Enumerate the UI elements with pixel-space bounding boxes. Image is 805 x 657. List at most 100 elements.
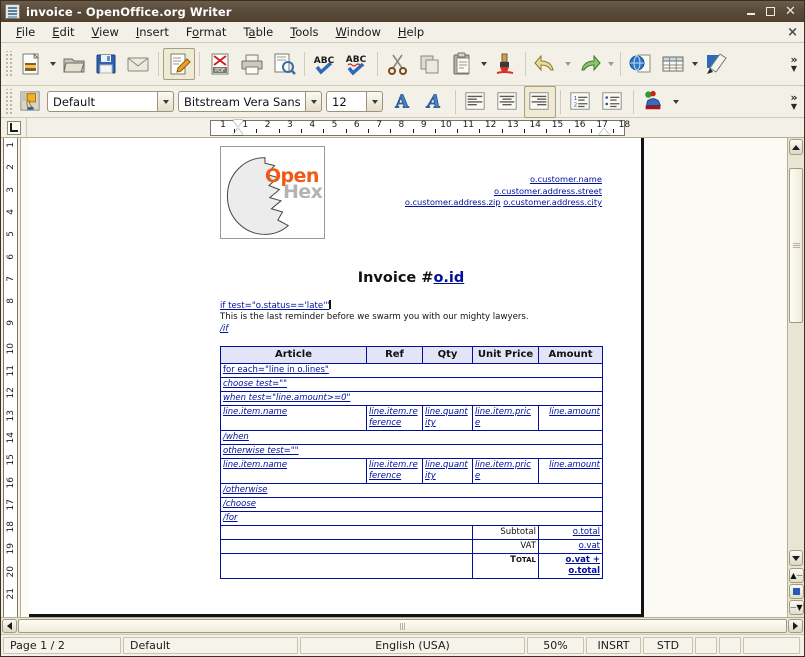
field-line-amount[interactable]: line.amount <box>549 460 600 470</box>
horizontal-scroll-trough[interactable] <box>18 619 787 633</box>
template-tag-cell[interactable]: choose test="" <box>220 376 603 392</box>
align-left-icon[interactable] <box>460 86 492 118</box>
open-folder-icon[interactable] <box>58 48 90 80</box>
template-tag-cell[interactable]: /when <box>220 429 603 445</box>
font-name-dropdown-arrow[interactable] <box>305 91 322 112</box>
status-language[interactable]: English (USA) <box>300 637 525 654</box>
table-total-row[interactable]: Subtotal o.total <box>220 524 603 540</box>
field-o-total[interactable]: o.total <box>573 527 600 537</box>
insert-table-dropdown[interactable] <box>689 49 700 79</box>
italic-icon[interactable]: A <box>419 86 451 118</box>
paragraph-style-combo[interactable]: Default <box>47 91 174 112</box>
print-icon[interactable] <box>236 48 268 80</box>
table-row[interactable]: /when <box>220 429 603 445</box>
template-tag-cell[interactable]: for each="line in o.lines" <box>220 362 603 378</box>
total-value-cell[interactable]: o.total <box>538 524 603 540</box>
table-row[interactable]: when test="line.amount>=0" <box>220 390 603 406</box>
toolbar-grip[interactable] <box>5 88 12 115</box>
status-zoom[interactable]: 50% <box>527 637 584 654</box>
clone-formatting-brush-icon[interactable] <box>489 48 521 80</box>
navigator-icon[interactable] <box>789 584 804 599</box>
font-size-combo[interactable]: 12 <box>326 91 383 112</box>
new-document-dropdown[interactable] <box>47 49 58 79</box>
cut-scissors-icon[interactable] <box>382 48 414 80</box>
menu-tools[interactable]: Tools <box>282 23 327 41</box>
font-size-value[interactable]: 12 <box>326 91 366 112</box>
edit-file-pencil-icon[interactable] <box>163 48 195 80</box>
field-template-tag[interactable]: choose test="" <box>223 379 287 389</box>
right-indent-marker[interactable] <box>599 128 609 135</box>
font-name-value[interactable]: Bitstream Vera Sans <box>178 91 305 112</box>
field-o-vat-o-total[interactable]: o.vat + o.total <box>566 555 601 576</box>
numbering-on-off-icon[interactable]: 1 2 <box>565 86 597 118</box>
redo-dropdown[interactable] <box>605 49 616 79</box>
field-template-tag[interactable]: when test="line.amount>=0" <box>223 393 350 403</box>
field-template-tag[interactable]: /otherwise <box>223 485 267 495</box>
save-floppy-icon[interactable] <box>90 48 122 80</box>
table-row[interactable]: for each="line in o.lines" <box>220 362 603 378</box>
menu-edit[interactable]: Edit <box>44 23 83 41</box>
field-line-quantity[interactable]: line.quantity <box>425 460 468 481</box>
table-row[interactable]: /for <box>220 510 603 526</box>
field-o-vat[interactable]: o.vat <box>579 541 600 551</box>
menu-view[interactable]: View <box>84 23 128 41</box>
template-tag-cell[interactable]: when test="line.amount>=0" <box>220 390 603 406</box>
font-size-dropdown-arrow[interactable] <box>366 91 383 112</box>
horizontal-ruler[interactable]: 1 1 2 3 4 5 6 7 8 9 10 11 12 13 14 15 16 17 18 <box>27 118 804 137</box>
template-tag-cell[interactable]: otherwise test="" <box>220 443 603 459</box>
maximize-icon[interactable] <box>764 5 777 18</box>
field-line-item-name[interactable]: line.item.name <box>223 460 287 470</box>
field-template-tag[interactable]: for each="line in o.lines" <box>223 365 329 375</box>
highlighting-dropdown[interactable] <box>670 87 681 117</box>
autospellcheck-icon[interactable]: ABC <box>341 48 373 80</box>
template-tag-cell[interactable]: /otherwise <box>220 482 603 498</box>
field-if-open[interactable]: if test="o.status=='late'" <box>220 301 329 311</box>
vertical-scroll-thumb[interactable] <box>789 168 803 323</box>
status-modified[interactable] <box>695 637 717 654</box>
table-data-cell[interactable]: line.item.price <box>472 457 539 484</box>
new-document-icon[interactable] <box>15 48 47 80</box>
status-page[interactable]: Page 1 / 2 <box>3 637 121 654</box>
bold-icon[interactable]: A <box>387 86 419 118</box>
status-section[interactable] <box>743 637 800 654</box>
field-customer-street[interactable]: o.customer.address.street <box>494 186 602 196</box>
paragraph-style-dropdown-arrow[interactable] <box>157 91 174 112</box>
spelling-check-icon[interactable]: ABC <box>309 48 341 80</box>
close-icon[interactable]: ✕ <box>784 5 797 18</box>
field-template-tag[interactable]: /when <box>223 432 249 442</box>
scroll-right-button[interactable] <box>788 619 803 633</box>
tab-stop-selector[interactable] <box>1 118 27 137</box>
table-data-cell[interactable]: line.item.name <box>220 457 367 484</box>
field-customer-name[interactable]: o.customer.name <box>530 174 602 184</box>
field-customer-zip[interactable]: o.customer.address.zip <box>405 197 501 207</box>
menu-window[interactable]: Window <box>328 23 390 41</box>
invoice-table[interactable]: Article Ref Qty Unit Price Amount for ea… <box>220 345 603 579</box>
insert-table-icon[interactable] <box>657 48 689 80</box>
table-data-cell[interactable]: line.amount <box>538 404 603 431</box>
table-data-cell[interactable]: line.quantity <box>422 404 473 431</box>
horizontal-scroll-thumb[interactable] <box>18 619 787 633</box>
status-selection-mode[interactable]: STD <box>643 637 693 654</box>
table-data-cell[interactable]: line.item.name <box>220 404 367 431</box>
total-value-cell[interactable]: o.vat + o.total <box>538 552 603 579</box>
status-page-style[interactable]: Default <box>123 637 298 654</box>
table-row[interactable]: /otherwise <box>220 482 603 498</box>
menu-help[interactable]: Help <box>390 23 433 41</box>
vertical-scrollbar[interactable]: ▲ — — ▼ <box>787 138 804 617</box>
menu-format[interactable]: Format <box>178 23 236 41</box>
minimize-icon[interactable] <box>744 5 757 18</box>
toolbar-grip[interactable] <box>5 51 12 77</box>
table-data-cell[interactable]: line.item.reference <box>366 457 423 484</box>
show-draw-functions-icon[interactable] <box>700 48 732 80</box>
table-data-cell[interactable]: line.quantity <box>422 457 473 484</box>
total-value-cell[interactable]: o.vat <box>538 538 603 554</box>
highlighting-color-icon[interactable] <box>638 86 670 118</box>
table-data-cell[interactable]: line.item.price <box>472 404 539 431</box>
field-line-quantity[interactable]: line.quantity <box>425 407 468 428</box>
field-line-amount[interactable]: line.amount <box>549 407 600 417</box>
copy-icon[interactable] <box>414 48 446 80</box>
standard-toolbar-overflow[interactable]: » ▼ <box>786 43 802 85</box>
paste-clipboard-icon[interactable] <box>446 48 478 80</box>
field-template-tag[interactable]: /for <box>223 513 238 523</box>
vertical-ruler[interactable]: 1 2 3 4 5 6 7 8 9 10 11 12 13 14 15 16 17 18 19 20 21 <box>1 138 21 617</box>
